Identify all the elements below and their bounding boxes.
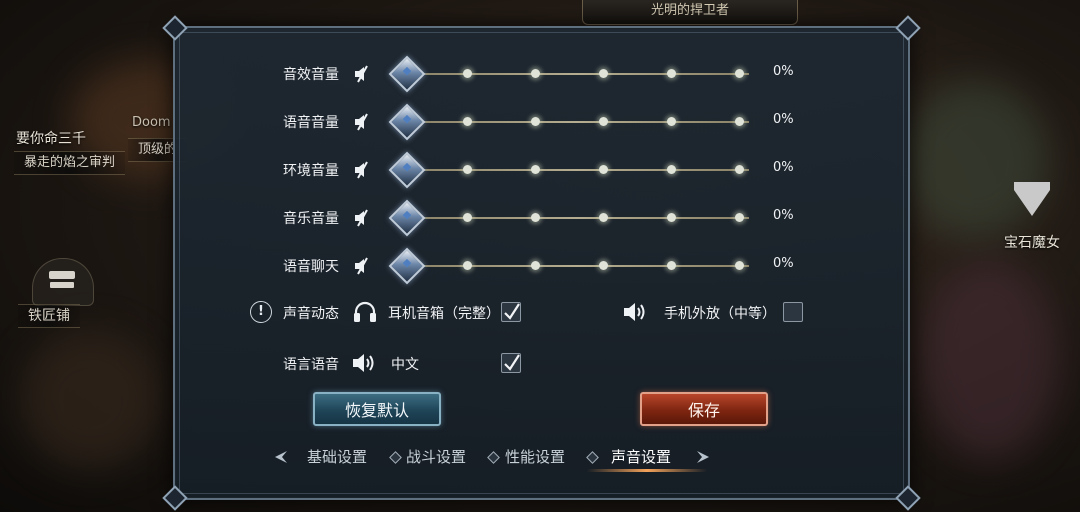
slider-step-dot: [599, 117, 608, 126]
volume-row: 环境音量 0%: [175, 151, 908, 189]
reset-defaults-button[interactable]: 恢复默认: [313, 392, 441, 426]
slider-step-dot: [735, 165, 744, 174]
player-name: 要你命三千: [16, 131, 86, 147]
slider-step-dot: [463, 69, 472, 78]
volume-row: 音效音量 0%: [175, 55, 908, 93]
voice-language-label: 语言语音: [283, 357, 339, 373]
slider-step-dot: [531, 165, 540, 174]
volume-slider-track[interactable]: [405, 117, 749, 126]
info-icon[interactable]: !: [250, 301, 272, 323]
top-banner: 光明的捍卫者: [582, 0, 798, 25]
corner-ornament: [895, 15, 921, 41]
mute-icon[interactable]: [353, 160, 373, 180]
speaker-icon: [624, 303, 645, 321]
volume-row: 音乐音量 0%: [175, 199, 908, 237]
volume-slider-handle[interactable]: [388, 55, 426, 93]
gem-witch-label[interactable]: 宝石魔女: [1004, 232, 1060, 252]
slider-step-dot: [735, 69, 744, 78]
corner-ornament: [162, 15, 188, 41]
check-icon: [504, 354, 520, 371]
slider-step-dot: [667, 69, 676, 78]
slider-step-dot: [735, 117, 744, 126]
tab-separator: [586, 451, 599, 464]
slider-step-dot: [463, 213, 472, 222]
slider-step-dot: [463, 117, 472, 126]
slider-step-dot: [463, 261, 472, 270]
phone-option-label: 手机外放（中等）: [664, 306, 776, 322]
tab-performance[interactable]: 性能设置: [505, 446, 565, 467]
tab-basic[interactable]: 基础设置: [307, 446, 367, 467]
tab-separator: [487, 451, 500, 464]
mute-icon[interactable]: [353, 112, 373, 132]
headphone-icon: [354, 301, 376, 322]
slider-step-dot: [531, 261, 540, 270]
volume-slider-track[interactable]: [405, 165, 749, 174]
volume-label: 语音音量: [283, 115, 339, 131]
volume-percent: 0%: [773, 256, 794, 271]
gem-icon[interactable]: [1014, 182, 1050, 216]
slider-step-dot: [599, 261, 608, 270]
volume-row: 语音音量 0%: [175, 103, 908, 141]
slider-step-dot: [599, 213, 608, 222]
volume-percent: 0%: [773, 64, 794, 79]
headphone-checkbox[interactable]: [501, 302, 521, 322]
volume-slider-track[interactable]: [405, 69, 749, 78]
phone-speaker-checkbox[interactable]: [783, 302, 803, 322]
volume-label: 音乐音量: [283, 211, 339, 227]
player2-name: Doom: [132, 115, 171, 130]
slider-step-dot: [735, 261, 744, 270]
volume-percent: 0%: [773, 160, 794, 175]
settings-tab-bar: 基础设置 战斗设置 性能设置 声音设置: [271, 442, 731, 472]
mute-icon[interactable]: [353, 64, 373, 84]
volume-slider-handle[interactable]: [388, 199, 426, 237]
corner-ornament: [895, 485, 921, 511]
volume-label: 语音聊天: [283, 259, 339, 275]
slider-step-dot: [667, 165, 676, 174]
voice-language-checkbox[interactable]: [501, 353, 521, 373]
volume-label: 环境音量: [283, 163, 339, 179]
volume-slider-track[interactable]: [405, 213, 749, 222]
right-arrow-icon[interactable]: [695, 448, 713, 466]
corner-ornament: [162, 485, 188, 511]
sound-settings-dialog: 音效音量 0% 语音音量 0% 环境音量 0% 音乐音量 0% 语音聊天 0% ! 声音动态 耳机…: [162, 15, 921, 511]
left-arrow-icon[interactable]: [271, 448, 289, 466]
slider-step-dot: [599, 69, 608, 78]
voice-language-value[interactable]: 中文: [391, 354, 419, 374]
slider-step-dot: [667, 213, 676, 222]
slider-step-dot: [531, 69, 540, 78]
slider-step-dot: [667, 261, 676, 270]
volume-slider-handle[interactable]: [388, 103, 426, 141]
save-button[interactable]: 保存: [640, 392, 768, 426]
blacksmith-label[interactable]: 铁匠铺: [18, 304, 80, 328]
tab-separator: [389, 451, 402, 464]
slider-step-dot: [735, 213, 744, 222]
speaker-icon: [353, 354, 374, 372]
tab-sound[interactable]: 声音设置: [611, 446, 671, 467]
slider-step-dot: [531, 117, 540, 126]
slider-step-dot: [531, 213, 540, 222]
sound-dynamics-label: 声音动态: [283, 306, 339, 322]
player-title: 暴走的焰之审判: [14, 151, 126, 175]
tab-combat[interactable]: 战斗设置: [406, 446, 466, 467]
slider-step-dot: [599, 165, 608, 174]
active-tab-indicator: [587, 469, 707, 472]
anvil-icon[interactable]: [32, 258, 94, 306]
volume-label: 音效音量: [283, 67, 339, 83]
volume-row: 语音聊天 0%: [175, 247, 908, 285]
mute-icon[interactable]: [353, 208, 373, 228]
volume-percent: 0%: [773, 208, 794, 223]
slider-step-dot: [463, 165, 472, 174]
check-icon: [504, 303, 520, 320]
slider-step-dot: [667, 117, 676, 126]
volume-slider-track[interactable]: [405, 261, 749, 270]
volume-percent: 0%: [773, 112, 794, 127]
headphone-option-label: 耳机音箱（完整）: [388, 306, 500, 322]
volume-slider-handle[interactable]: [388, 151, 426, 189]
volume-slider-handle[interactable]: [388, 247, 426, 285]
mute-icon[interactable]: [353, 256, 373, 276]
